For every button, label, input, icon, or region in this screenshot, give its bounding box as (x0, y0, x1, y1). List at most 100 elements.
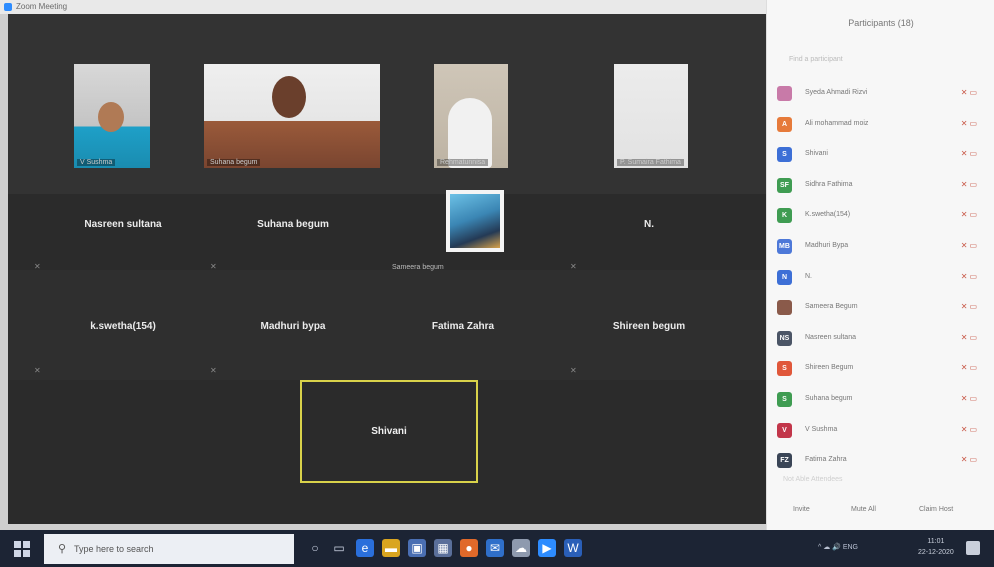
participant-tile-name: k.swetha(154) (90, 320, 156, 332)
participant-avatar: MB (777, 238, 792, 254)
participant-avatar (777, 86, 792, 101)
file-explorer-icon[interactable]: ▬ (382, 539, 400, 557)
window-title: Zoom Meeting (16, 2, 68, 11)
muted-mic-video-off-icon[interactable]: ✕▭ (961, 149, 979, 158)
active-speaker-tile[interactable]: Shivani (300, 380, 478, 483)
video-tile-label: Suhana begum (207, 159, 261, 166)
participant-row[interactable]: Syeda Ahmadi Rizvi ✕▭ (777, 80, 989, 111)
taskbar-search-box[interactable]: ⚲ Type here to search (44, 534, 294, 564)
taskbar-clock[interactable]: 11:01 22-12-2020 (918, 536, 954, 558)
participant-row[interactable]: S Shivani ✕▭ (777, 141, 989, 172)
cloud-icon[interactable]: ☁ (512, 539, 530, 557)
participant-row[interactable]: A Ali mohammad moiz ✕▭ (777, 111, 989, 142)
participant-row[interactable]: FZ Fatima Zahra ✕▭ (777, 447, 989, 478)
muted-mic-video-off-icon[interactable]: ✕▭ (961, 363, 979, 372)
participants-panel: Participants (18) Find a participant Sye… (766, 0, 994, 530)
participant-tile[interactable]: Madhuri bypa (218, 306, 368, 346)
mail-icon[interactable]: ✉ (486, 539, 504, 557)
video-tile-label: V Sushma (77, 159, 116, 166)
participant-figure (448, 98, 492, 168)
participants-list: Syeda Ahmadi Rizvi ✕▭ A Ali mohammad moiz ✕▭… (777, 80, 989, 478)
more-button[interactable]: Claim Host (919, 506, 953, 513)
muted-mic-video-off-icon[interactable]: ✕▭ (961, 241, 979, 250)
participant-row[interactable]: NS Nasreen sultana ✕▭ (777, 325, 989, 356)
video-tile-label: P. Sumaira Fathima (617, 159, 684, 166)
edge-browser-icon[interactable]: e (356, 539, 374, 557)
participant-tile[interactable]: Nasreen sultana (48, 204, 198, 244)
store-icon[interactable]: ▣ (408, 539, 426, 557)
muted-mic-video-off-icon[interactable]: ✕▭ (961, 455, 979, 464)
participant-name: Sameera Begum (805, 303, 858, 311)
windows-start-icon[interactable] (14, 541, 30, 557)
photos-icon[interactable]: ▦ (434, 539, 452, 557)
participant-name: Syeda Ahmadi Rizvi (805, 89, 868, 96)
participant-tile-name: Fatima Zahra (431, 320, 495, 332)
participant-name: N. (805, 272, 812, 280)
participant-row[interactable]: SF Sidhra Fathima ✕▭ (777, 172, 989, 203)
participant-search-input[interactable]: Find a participant (789, 56, 969, 63)
participant-avatar: N (777, 269, 792, 285)
participant-tile[interactable]: k.swetha(154) (48, 306, 198, 346)
participant-name: Shireen Begum (805, 364, 854, 372)
participant-row[interactable]: N N. ✕▭ (777, 264, 989, 295)
participant-face (272, 76, 306, 118)
participant-row[interactable]: Sameera Begum ✕▭ (777, 294, 989, 325)
muted-mic-video-off-icon[interactable]: ✕▭ (961, 394, 979, 403)
cortana-icon[interactable]: ○ (306, 539, 324, 557)
participant-avatar: K (777, 208, 792, 224)
system-tray: ^ ☁ 🔊 ENG 11:01 22-12-2020 (798, 530, 988, 567)
muted-mic-video-off-icon[interactable]: ✕▭ (961, 272, 979, 281)
participant-avatar: S (777, 361, 792, 377)
task-view-icon[interactable]: ▭ (330, 539, 348, 557)
muted-mic-video-off-icon[interactable]: ✕▭ (961, 425, 979, 434)
gallery-view: V Sushma Suhana begum Rehmatunnisa P. Su… (8, 14, 766, 524)
search-icon: ⚲ (58, 543, 67, 555)
participant-avatar: S (777, 391, 792, 407)
video-tile[interactable]: V Sushma (74, 64, 150, 168)
participant-name: Ali mohammad moiz (805, 119, 869, 127)
tray-status-icons[interactable]: ^ ☁ 🔊 ENG (818, 543, 858, 551)
video-tile-label: Rehmatunnisa (437, 159, 489, 166)
participant-row[interactable]: K K.swetha(154) ✕▭ (777, 202, 989, 233)
participant-name: Fatima Zahra (805, 456, 847, 464)
clock-date: 22-12-2020 (918, 549, 954, 556)
participant-name: Nasreen sultana (805, 333, 856, 341)
mute-all-button[interactable]: Mute All (851, 506, 876, 513)
participant-row[interactable]: V V Sushma ✕▭ (777, 417, 989, 448)
muted-mic-video-off-icon[interactable]: ✕▭ (961, 180, 979, 189)
muted-mic-video-off-icon[interactable]: ✕▭ (961, 119, 979, 128)
participant-tile-name: Nasreen sultana (84, 218, 162, 230)
muted-mic-icon: ✕ (34, 366, 41, 375)
clock-time: 11:01 (927, 538, 945, 545)
participant-tile[interactable]: N. (574, 204, 724, 244)
participant-row[interactable]: S Shireen Begum ✕▭ (777, 355, 989, 386)
participant-avatar: A (777, 116, 792, 132)
muted-mic-video-off-icon[interactable]: ✕▭ (961, 88, 979, 97)
participant-tile[interactable]: Shireen begum (574, 306, 724, 346)
notification-icon[interactable] (966, 541, 980, 555)
participant-avatar: SF (777, 177, 792, 193)
participant-tile-name: Madhuri bypa (260, 320, 326, 332)
participant-avatar: FZ (777, 453, 792, 469)
invite-button[interactable]: Invite (793, 506, 810, 513)
media-player-icon[interactable]: ● (460, 539, 478, 557)
video-tile[interactable]: Rehmatunnisa (434, 64, 508, 168)
participant-face (98, 102, 124, 132)
participant-name: Sidhra Fathima (805, 180, 853, 188)
muted-mic-video-off-icon[interactable]: ✕▭ (961, 333, 979, 342)
participant-row[interactable]: MB Madhuri Bypa ✕▭ (777, 233, 989, 264)
participant-tile[interactable]: Suhana begum (218, 204, 368, 244)
participant-tile[interactable]: Fatima Zahra (388, 306, 538, 346)
zoom-taskbar-icon[interactable]: ▶ (538, 539, 556, 557)
muted-mic-video-off-icon[interactable]: ✕▭ (961, 210, 979, 219)
participant-avatar: S (777, 147, 792, 163)
muted-mic-icon: ✕ (210, 262, 217, 271)
video-tile[interactable]: Suhana begum (204, 64, 380, 168)
word-icon[interactable]: W (564, 539, 582, 557)
muted-mic-video-off-icon[interactable]: ✕▭ (961, 302, 979, 311)
participant-avatar-image[interactable] (446, 190, 504, 252)
participant-row[interactable]: S Suhana begum ✕▭ (777, 386, 989, 417)
windows-taskbar: ⚲ Type here to search ○ ▭ e ▬ ▣ ▦ ● ✉ ☁ … (0, 530, 994, 567)
video-tile[interactable]: P. Sumaira Fathima (614, 64, 688, 168)
muted-mic-icon: ✕ (34, 262, 41, 271)
